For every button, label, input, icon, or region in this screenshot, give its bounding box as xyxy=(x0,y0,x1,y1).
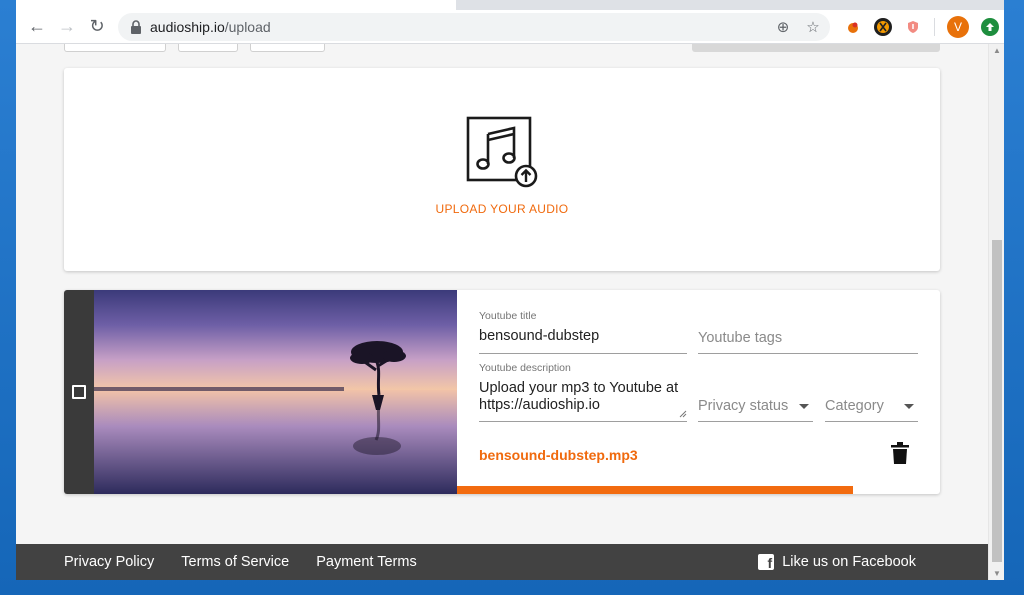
track-filename: bensound-dubstep.mp3 xyxy=(479,447,638,463)
footer-link-privacy[interactable]: Privacy Policy xyxy=(64,554,154,570)
track-checkbox[interactable] xyxy=(72,385,86,399)
facebook-link[interactable]: f Like us on Facebook xyxy=(758,544,916,580)
address-bar[interactable]: audioship.io/upload ⊕ ☆ xyxy=(118,12,830,41)
privacy-status-placeholder: Privacy status xyxy=(698,398,789,414)
partial-button[interactable] xyxy=(178,44,238,52)
upload-progress-bar xyxy=(457,486,854,494)
youtube-description-field[interactable]: Youtube description Upload your mp3 to Y… xyxy=(479,362,687,422)
youtube-title-label: Youtube title xyxy=(479,310,537,322)
select-strip xyxy=(64,290,94,494)
extension-icon[interactable] xyxy=(874,17,892,36)
scrollbar[interactable]: ▲ ▼ xyxy=(988,44,1004,580)
toolbar-separator xyxy=(934,17,935,36)
back-arrow-icon: ← xyxy=(28,16,46,36)
scrollbar-thumb[interactable] xyxy=(992,240,1002,562)
scroll-down-icon[interactable]: ▼ xyxy=(993,569,1001,578)
reload-button[interactable]: ↻ xyxy=(82,12,112,42)
forward-arrow-icon: → xyxy=(58,16,76,36)
footer: Privacy Policy Terms of Service Payment … xyxy=(16,544,988,580)
chevron-down-icon xyxy=(799,404,809,409)
resize-handle-icon[interactable] xyxy=(679,410,687,418)
category-select[interactable]: Category xyxy=(825,390,918,422)
extension-icon[interactable] xyxy=(844,17,862,36)
partial-button-bar[interactable] xyxy=(692,44,940,52)
youtube-title-value: bensound-dubstep xyxy=(479,328,600,344)
scroll-up-icon[interactable]: ▲ xyxy=(993,46,1001,55)
footer-link-terms[interactable]: Terms of Service xyxy=(181,554,289,570)
chevron-down-icon xyxy=(904,404,914,409)
track-card: Youtube title bensound-dubstep Youtube t… xyxy=(64,290,940,494)
youtube-tags-field[interactable]: Youtube tags xyxy=(698,310,918,354)
back-button[interactable]: ← xyxy=(22,12,52,42)
extension-icon[interactable] xyxy=(904,17,922,36)
tab-strip xyxy=(16,0,1004,10)
top-buttons-partial xyxy=(64,44,325,52)
zoom-icon[interactable]: ⊕ xyxy=(774,18,792,36)
music-upload-icon xyxy=(466,116,538,188)
youtube-description-value: Upload your mp3 to Youtube at https://au… xyxy=(479,380,679,413)
privacy-status-select[interactable]: Privacy status xyxy=(698,390,813,422)
browser-window: ← → ↻ audioship.io/upload ⊕ ☆ V UPLOAD Y… xyxy=(16,0,1004,580)
profile-avatar[interactable]: V xyxy=(947,15,969,38)
footer-link-payment[interactable]: Payment Terms xyxy=(316,554,416,570)
upload-label: UPLOAD YOUR AUDIO xyxy=(435,202,569,216)
track-thumbnail[interactable] xyxy=(94,290,457,494)
youtube-title-field[interactable]: Youtube title bensound-dubstep xyxy=(479,310,687,354)
facebook-label: Like us on Facebook xyxy=(782,554,916,570)
trash-icon[interactable] xyxy=(891,442,909,464)
partial-button[interactable] xyxy=(64,44,166,52)
youtube-description-label: Youtube description xyxy=(479,362,571,374)
lock-icon xyxy=(131,19,141,34)
url-path: /upload xyxy=(224,18,271,35)
bookmark-star-icon[interactable]: ☆ xyxy=(804,18,822,36)
active-tab[interactable] xyxy=(16,0,456,10)
partial-button[interactable] xyxy=(250,44,325,52)
browser-toolbar: ← → ↻ audioship.io/upload ⊕ ☆ V xyxy=(16,10,1004,44)
url-text: audioship.io/upload xyxy=(150,19,271,35)
update-icon[interactable] xyxy=(981,17,999,36)
track-fields: Youtube title bensound-dubstep Youtube t… xyxy=(457,290,940,494)
youtube-tags-placeholder: Youtube tags xyxy=(698,330,783,346)
page-viewport: UPLOAD YOUR AUDIO Youtube title bensound… xyxy=(16,44,988,580)
reload-icon: ↻ xyxy=(89,16,105,36)
facebook-icon: f xyxy=(758,554,775,570)
forward-button[interactable]: → xyxy=(52,12,82,42)
url-domain: audioship.io xyxy=(150,18,225,35)
upload-dropzone[interactable]: UPLOAD YOUR AUDIO xyxy=(64,68,940,271)
